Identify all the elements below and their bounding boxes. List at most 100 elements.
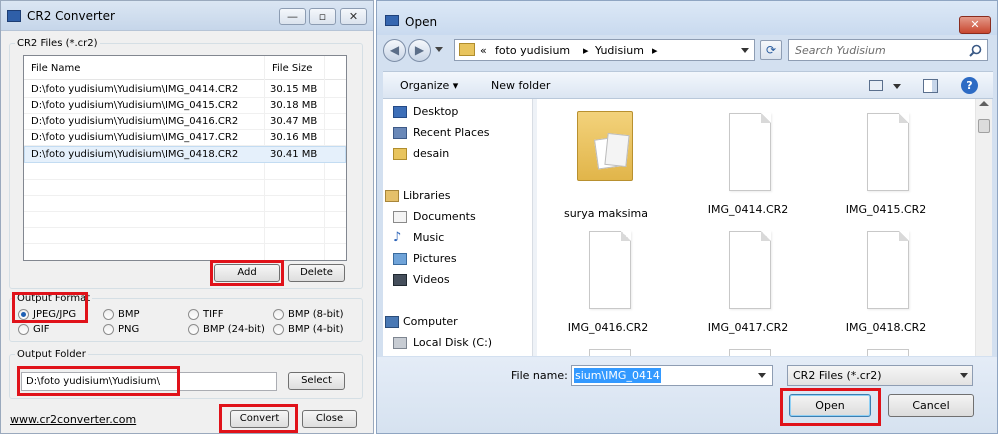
select-folder-button[interactable]: Select — [288, 372, 345, 390]
breadcrumb-foto-yudisium[interactable]: foto yudisium — [495, 44, 570, 57]
highlight-open — [780, 388, 881, 426]
breadcrumb-separator-icon[interactable]: ▸ — [652, 44, 658, 57]
file-icon-partial — [867, 349, 909, 356]
column-file-size[interactable]: File Size — [272, 63, 312, 74]
open-title-bar[interactable]: Open ✕ — [377, 1, 997, 35]
file-list[interactable]: File Name File Size D:\foto yudisium\Yud… — [23, 55, 347, 261]
refresh-icon[interactable]: ⟳ — [760, 40, 782, 60]
radio-bmp-8bit[interactable] — [273, 309, 284, 320]
file-icon — [867, 231, 909, 309]
nav-item-label: Pictures — [413, 252, 457, 265]
back-button[interactable]: ◀ — [383, 39, 406, 62]
highlight-output-folder — [17, 366, 180, 396]
file-item[interactable]: IMG_0416.CR2 — [567, 231, 649, 334]
close-dialog-button[interactable]: ✕ — [959, 16, 991, 34]
nav-item-computer[interactable]: Computer — [385, 312, 458, 332]
scroll-up-icon[interactable] — [979, 101, 989, 106]
view-dropdown-icon[interactable] — [893, 84, 901, 89]
website-link[interactable]: www.cr2converter.com — [10, 413, 136, 426]
table-row[interactable]: D:\foto yudisium\Yudisium\IMG_0416.CR2 3… — [24, 114, 346, 130]
grid-line — [24, 227, 346, 228]
open-dialog-title: Open — [405, 15, 438, 29]
folder-item-surya-maksima[interactable]: surya maksima — [564, 107, 648, 220]
help-icon[interactable]: ? — [961, 77, 978, 94]
nav-item-recent-places[interactable]: Recent Places — [393, 123, 490, 143]
minimize-button[interactable]: — — [279, 8, 306, 25]
folder-icon — [459, 43, 475, 56]
breadcrumb-yudisium[interactable]: Yudisium — [595, 44, 644, 57]
table-row-selected[interactable]: D:\foto yudisium\Yudisium\IMG_0418.CR2 3… — [24, 146, 346, 163]
filename-input[interactable]: sium\IMG_0414 — [571, 365, 773, 386]
table-row[interactable]: D:\foto yudisium\Yudisium\IMG_0415.CR2 3… — [24, 98, 346, 114]
filename-dropdown-icon[interactable] — [758, 373, 766, 378]
file-size-cell: 30.47 MB — [270, 116, 318, 127]
highlight-convert — [219, 404, 298, 433]
cr2-title-bar[interactable]: CR2 Converter — ▫ ✕ — [1, 1, 373, 31]
filter-dropdown-icon[interactable] — [960, 373, 968, 378]
radio-bmp[interactable] — [103, 309, 114, 320]
dialog-icon — [385, 15, 399, 26]
search-icon[interactable] — [969, 44, 982, 57]
photo-thumbnail — [604, 132, 630, 168]
file-item[interactable]: IMG_0415.CR2 — [845, 113, 927, 216]
radio-tiff[interactable] — [188, 309, 199, 320]
file-size-cell: 30.16 MB — [270, 132, 318, 143]
file-icon — [589, 231, 631, 309]
address-dropdown-icon[interactable] — [741, 48, 749, 53]
file-item[interactable]: IMG_0418.CR2 — [845, 231, 927, 334]
nav-item-local-disk[interactable]: Local Disk (C:) — [393, 333, 493, 353]
recent-locations-icon[interactable] — [435, 47, 443, 52]
grid-line — [24, 195, 346, 196]
maximize-button[interactable]: ▫ — [309, 8, 336, 25]
nav-item-music[interactable]: ♪ Music — [393, 228, 445, 248]
file-item[interactable]: IMG_0414.CR2 — [707, 113, 789, 216]
search-field[interactable]: Search Yudisium — [788, 39, 988, 61]
nav-item-libraries[interactable]: Libraries — [385, 186, 451, 206]
files-group-label: CR2 Files (*.cr2) — [15, 38, 100, 49]
vertical-scrollbar[interactable] — [975, 99, 992, 356]
change-view-icon[interactable] — [869, 80, 883, 91]
nav-item-documents[interactable]: Documents — [393, 207, 476, 227]
forward-button[interactable]: ▶ — [408, 39, 431, 62]
breadcrumb-separator-icon[interactable]: ▸ — [583, 44, 589, 57]
file-name: IMG_0415.CR2 — [845, 203, 927, 216]
organize-menu[interactable]: Organize ▾ — [400, 79, 458, 92]
new-folder-button[interactable]: New folder — [491, 79, 550, 92]
nav-item-label: Libraries — [403, 189, 451, 202]
file-name: IMG_0414.CR2 — [707, 203, 789, 216]
table-row[interactable]: D:\foto yudisium\Yudisium\IMG_0414.CR2 3… — [24, 82, 346, 98]
scroll-thumb[interactable] — [978, 119, 990, 133]
delete-button[interactable]: Delete — [288, 264, 345, 282]
radio-png[interactable] — [103, 324, 114, 335]
file-name-cell: D:\foto yudisium\Yudisium\IMG_0417.CR2 — [31, 132, 239, 143]
radio-gif[interactable] — [18, 324, 29, 335]
table-row[interactable]: D:\foto yudisium\Yudisium\IMG_0417.CR2 3… — [24, 130, 346, 146]
close-window-button[interactable]: ✕ — [340, 8, 367, 25]
cr2-converter-window: CR2 Converter — ▫ ✕ CR2 Files (*.cr2) Fi… — [0, 0, 374, 434]
address-bar[interactable]: « foto yudisium ▸ Yudisium ▸ — [454, 39, 755, 61]
radio-bmp-24bit[interactable] — [188, 324, 199, 335]
close-button[interactable]: Close — [302, 410, 357, 428]
radio-bmp-4bit[interactable] — [273, 324, 284, 335]
nav-item-label: Music — [413, 231, 445, 244]
column-file-name[interactable]: File Name — [31, 63, 80, 74]
nav-item-pictures[interactable]: Pictures — [393, 249, 457, 269]
file-type-filter[interactable]: CR2 Files (*.cr2) — [787, 365, 973, 386]
nav-item-videos[interactable]: Videos — [393, 270, 450, 290]
computer-icon — [385, 316, 399, 328]
cancel-button[interactable]: Cancel — [888, 394, 974, 417]
nav-item-desain[interactable]: desain — [393, 144, 449, 164]
file-size-cell: 30.15 MB — [270, 84, 318, 95]
breadcrumb-overflow[interactable]: « — [480, 44, 487, 57]
folder-icon — [577, 111, 633, 181]
nav-item-desktop[interactable]: Desktop — [393, 102, 458, 122]
libraries-icon — [385, 190, 399, 202]
grid-line — [24, 179, 346, 180]
preview-pane-icon[interactable] — [923, 79, 938, 93]
filename-label: File name: — [511, 369, 568, 382]
file-name-cell: D:\foto yudisium\Yudisium\IMG_0418.CR2 — [31, 149, 239, 160]
nav-item-label: Local Disk (C:) — [413, 336, 493, 349]
folder-icon — [393, 148, 407, 160]
file-item[interactable]: IMG_0417.CR2 — [707, 231, 789, 334]
file-icon — [867, 113, 909, 191]
